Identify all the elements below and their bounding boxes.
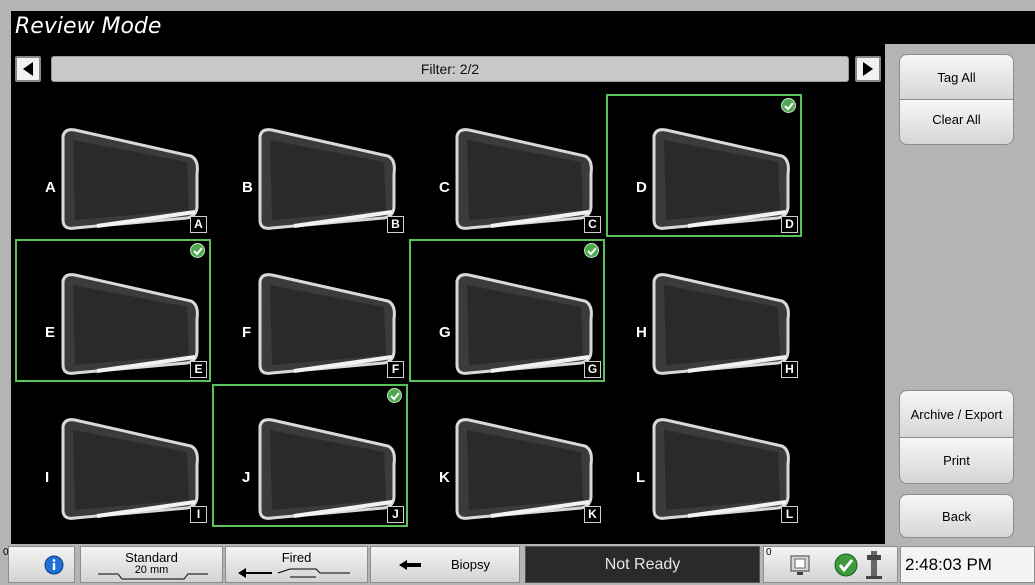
scan-image bbox=[258, 273, 396, 375]
arrow-right-icon bbox=[863, 62, 873, 76]
thumbnail-label: G bbox=[584, 361, 601, 378]
thumbnail-label: B bbox=[387, 216, 404, 233]
thumbnail-marker: K bbox=[435, 468, 454, 487]
thumbnail-marker: J bbox=[238, 468, 255, 487]
thumbnail-marker: F bbox=[238, 323, 256, 342]
scan-image bbox=[455, 128, 593, 230]
thumbnail-a[interactable]: AA bbox=[15, 94, 211, 237]
print-button[interactable]: Print bbox=[899, 438, 1014, 484]
thumbnail-d[interactable]: DD bbox=[606, 94, 802, 237]
thumbnail-g[interactable]: GG bbox=[409, 239, 605, 382]
left-counter: 0 bbox=[3, 547, 9, 558]
clear-all-button[interactable]: Clear All bbox=[899, 100, 1014, 145]
thumbnail-label: A bbox=[190, 216, 207, 233]
thumbnail-label: F bbox=[387, 361, 404, 378]
thumbnail-k[interactable]: KK bbox=[409, 384, 605, 527]
thumbnail-i[interactable]: II bbox=[15, 384, 211, 527]
scan-image bbox=[652, 128, 790, 230]
display-icon[interactable] bbox=[788, 553, 814, 577]
thumbnail-marker: C bbox=[435, 178, 454, 197]
tagged-check-icon bbox=[190, 243, 205, 258]
thumbnail-label: E bbox=[190, 361, 207, 378]
biopsy-arrow-icon bbox=[399, 560, 421, 570]
system-status-group: 0 bbox=[763, 546, 898, 583]
back-button[interactable]: Back bbox=[899, 494, 1014, 538]
thumbnail-marker: D bbox=[632, 178, 651, 197]
scan-image bbox=[258, 418, 396, 520]
thumbnail-label: H bbox=[781, 361, 798, 378]
info-button[interactable]: 0 bbox=[3, 546, 75, 583]
scan-image bbox=[258, 128, 396, 230]
thumbnail-h[interactable]: HH bbox=[606, 239, 802, 382]
action-panel: Tag All Clear All Archive / Export Print… bbox=[885, 44, 1035, 544]
paddle-icon bbox=[98, 573, 208, 580]
thumbnail-e[interactable]: EE bbox=[15, 239, 211, 382]
thumbnail-marker: H bbox=[632, 323, 651, 342]
filter-label: Filter: 2/2 bbox=[51, 56, 849, 82]
previous-filter-button[interactable] bbox=[15, 56, 41, 82]
needle-fired-icon bbox=[238, 568, 350, 578]
thumbnail-c[interactable]: CC bbox=[409, 94, 605, 237]
scan-image bbox=[455, 273, 593, 375]
thumbnail-l[interactable]: LL bbox=[606, 384, 802, 527]
right-counter: 0 bbox=[766, 547, 772, 558]
clock: 2:48:03 PM bbox=[900, 546, 1035, 583]
scan-image bbox=[61, 418, 199, 520]
fired-label: Fired bbox=[281, 550, 312, 565]
paddle-label: Standard bbox=[125, 550, 178, 565]
scan-image bbox=[652, 418, 790, 520]
thumbnail-marker: B bbox=[238, 178, 257, 197]
scan-image bbox=[455, 418, 593, 520]
biopsy-status[interactable]: Biopsy bbox=[370, 546, 520, 583]
tagged-check-icon bbox=[584, 243, 599, 258]
paddle-status[interactable]: Standard 20 mm bbox=[80, 546, 223, 583]
gantry-icon[interactable] bbox=[864, 550, 884, 580]
title-bar: Review Mode bbox=[11, 11, 1035, 44]
thumbnail-f[interactable]: FF bbox=[212, 239, 408, 382]
thumbnail-label: K bbox=[584, 506, 601, 523]
fired-status[interactable]: Fired bbox=[225, 546, 368, 583]
status-bar: 0 Standard 20 mm Fired Biopsy Not Ready … bbox=[0, 544, 1035, 585]
archive-export-button[interactable]: Archive / Export bbox=[899, 390, 1014, 438]
thumbnail-marker: L bbox=[632, 468, 650, 487]
thumbnail-label: I bbox=[190, 506, 207, 523]
info-icon bbox=[44, 555, 64, 575]
page-title: Review Mode bbox=[15, 14, 162, 39]
thumbnail-b[interactable]: BB bbox=[212, 94, 408, 237]
app-frame: Review Mode Filter: 2/2 AABBCCDDEEFFGGHH… bbox=[0, 0, 1035, 585]
thumbnail-marker: I bbox=[41, 468, 54, 487]
tagged-check-icon bbox=[781, 98, 796, 113]
tagged-check-icon bbox=[387, 388, 402, 403]
scan-image bbox=[652, 273, 790, 375]
thumbnail-label: D bbox=[781, 216, 798, 233]
thumbnail-grid: AABBCCDDEEFFGGHHIIJJKKLL bbox=[11, 92, 885, 527]
arrow-left-icon bbox=[23, 62, 33, 76]
biopsy-label: Biopsy bbox=[451, 557, 491, 572]
next-filter-button[interactable] bbox=[855, 56, 881, 82]
thumbnail-label: C bbox=[584, 216, 601, 233]
ready-status: Not Ready bbox=[525, 546, 760, 583]
tag-all-button[interactable]: Tag All bbox=[899, 54, 1014, 100]
thumbnail-label: J bbox=[387, 506, 404, 523]
thumbnail-marker: E bbox=[41, 323, 60, 342]
system-ok-icon[interactable] bbox=[834, 553, 858, 577]
thumbnail-marker: A bbox=[41, 178, 60, 197]
thumbnail-label: L bbox=[781, 506, 798, 523]
thumbnail-marker: G bbox=[435, 323, 455, 342]
scan-image bbox=[61, 128, 199, 230]
scan-image bbox=[61, 273, 199, 375]
thumbnail-j[interactable]: JJ bbox=[212, 384, 408, 527]
filter-bar: Filter: 2/2 bbox=[11, 54, 885, 84]
